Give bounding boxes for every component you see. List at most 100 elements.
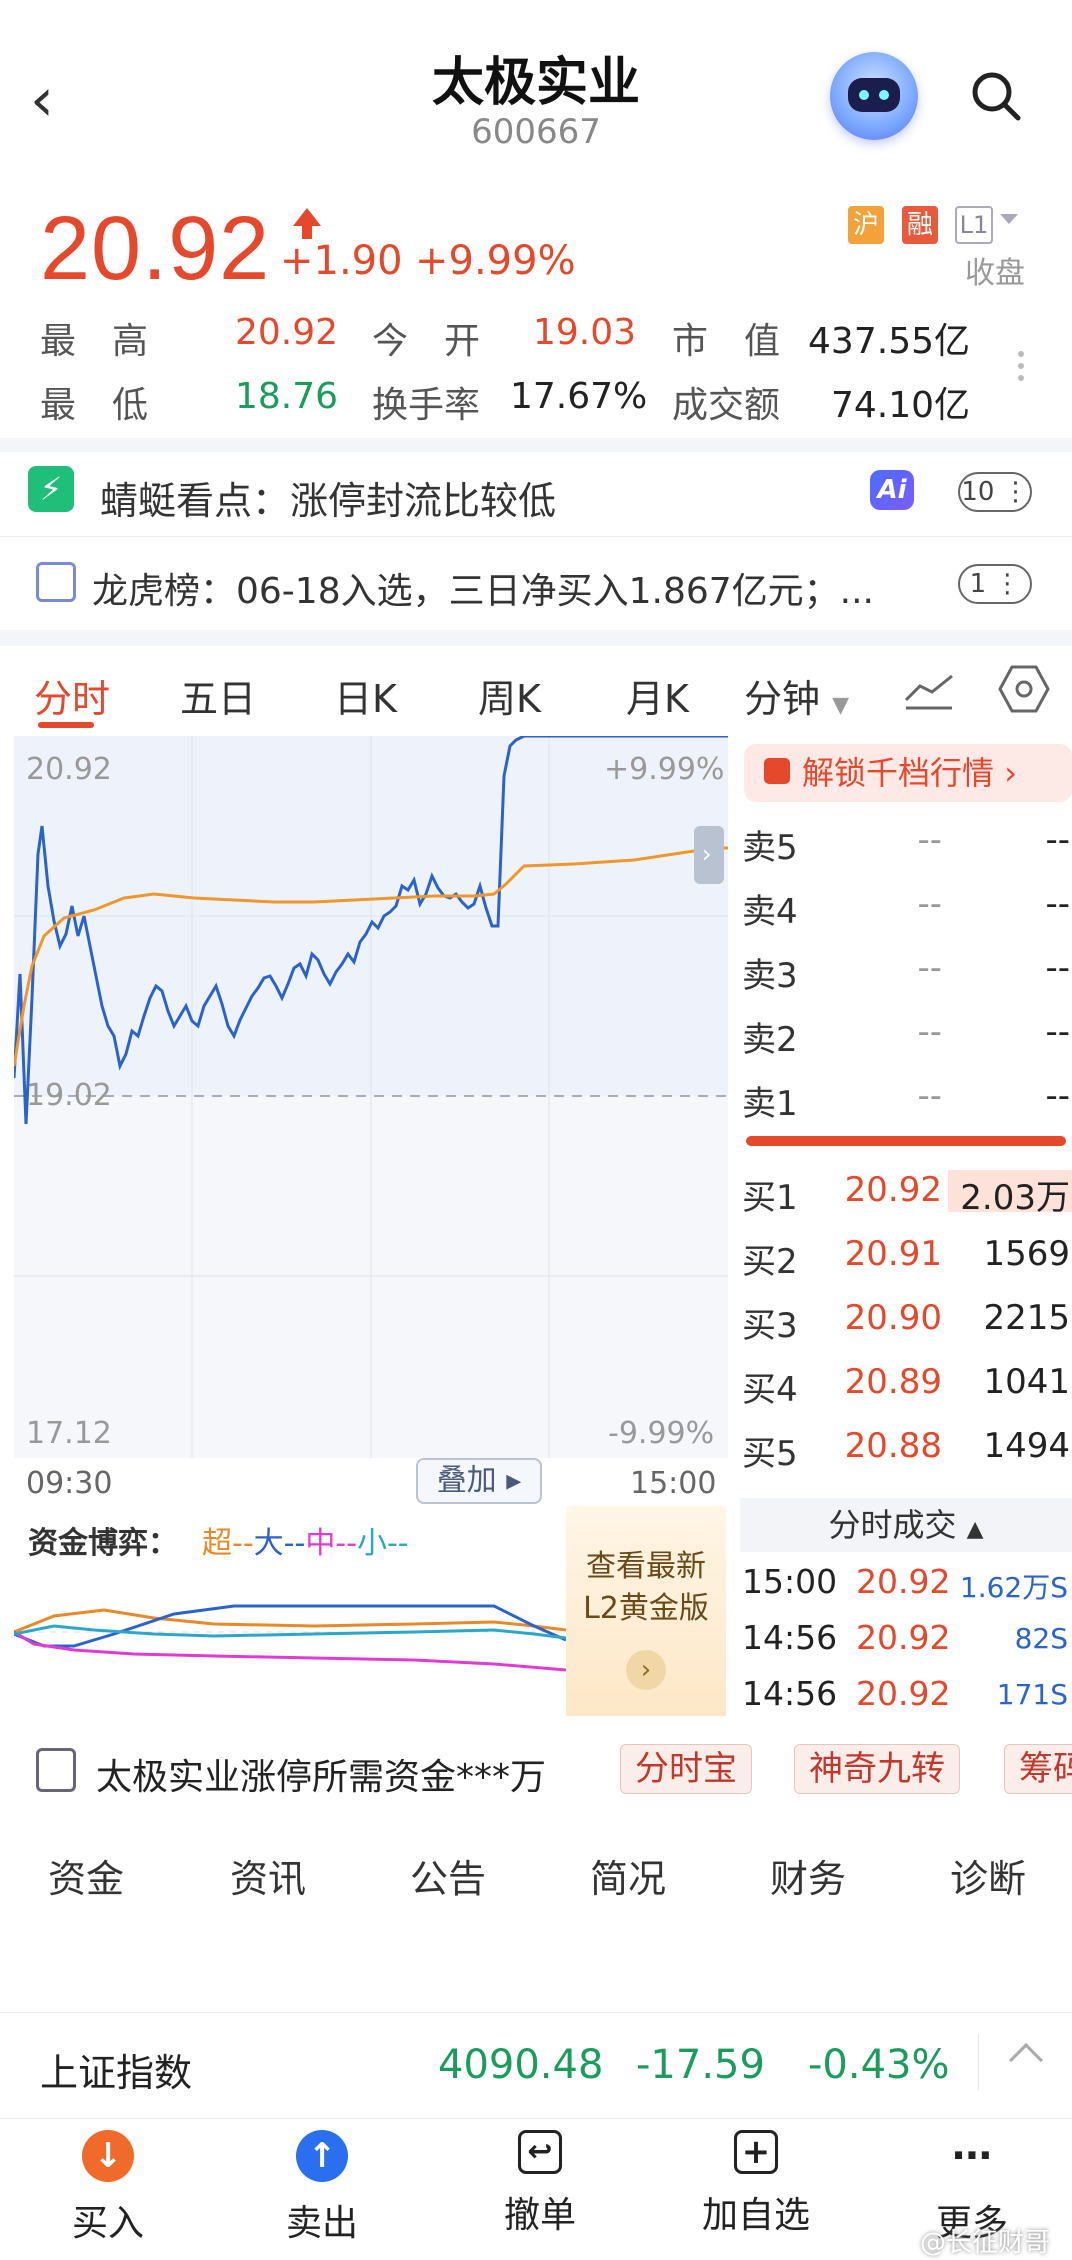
bid3-vol: 2215 xyxy=(983,1298,1070,1338)
chip-intraday-tool[interactable]: 分时宝 xyxy=(620,1744,752,1794)
chevron-down-icon[interactable] xyxy=(1000,214,1018,224)
tab-daily-k[interactable]: 日K xyxy=(334,668,397,723)
draw-line-icon[interactable] xyxy=(904,670,954,710)
unlock-depth-button[interactable]: 解锁千档行情 › xyxy=(744,744,1072,802)
amount-label: 成交额 xyxy=(672,385,781,426)
chart-bottom-price: 17.12 xyxy=(26,1416,112,1451)
level-tag[interactable]: L1 xyxy=(955,206,993,244)
ask1-label: 卖1 xyxy=(742,1084,798,1124)
high-value: 20.92 xyxy=(234,312,338,353)
chevron-right-icon[interactable]: › xyxy=(626,1650,666,1690)
tick-time: 15:00 xyxy=(742,1562,838,1601)
low-value: 18.76 xyxy=(234,376,338,417)
last-price: 20.92 xyxy=(40,199,271,299)
add-watchlist-label: 加自选 xyxy=(701,2195,810,2236)
cancel-order-button[interactable]: ↩ 撤单 xyxy=(470,2130,610,2238)
tick-price: 20.92 xyxy=(856,1618,951,1657)
tick-price: 20.92 xyxy=(856,1562,951,1601)
lhb-count-badge[interactable]: 1 ⋮ xyxy=(958,564,1032,604)
legend-mid: 中-- xyxy=(305,1526,357,1561)
ask2-label: 卖2 xyxy=(742,1020,798,1060)
tick-vol: 1.62万S xyxy=(959,1571,1068,1604)
chart-top-pct: +9.99% xyxy=(604,752,725,787)
index-name: 上证指数 xyxy=(40,2051,193,2095)
ask1-vol: -- xyxy=(1045,1076,1070,1116)
ask4-price: -- xyxy=(917,884,942,924)
legend-super: 超-- xyxy=(202,1526,254,1561)
l2-line2: L2黄金版 xyxy=(583,1591,709,1626)
settings-hex-icon[interactable] xyxy=(998,664,1050,714)
subtab-funds[interactable]: 资金 xyxy=(48,1848,124,1903)
limit-up-funds-text[interactable]: 太极实业涨停所需资金***万 xyxy=(96,1748,546,1800)
chevron-down-icon: ▼ xyxy=(832,693,850,718)
subtab-announcements[interactable]: 公告 xyxy=(410,1848,486,1903)
low-label: 最 低 xyxy=(40,385,149,426)
divider xyxy=(978,2034,979,2090)
buy-button[interactable]: ↓ 买入 xyxy=(38,2130,178,2246)
overlay-button[interactable]: 叠加 ▸ xyxy=(416,1458,542,1504)
ask3-price: -- xyxy=(917,948,942,988)
tick-trades-header[interactable]: 分时成交 ▲ xyxy=(740,1498,1072,1552)
ai-assistant-icon[interactable] xyxy=(830,52,918,140)
tab-five-day[interactable]: 五日 xyxy=(180,668,256,723)
add-watchlist-button[interactable]: + 加自选 xyxy=(686,2130,826,2238)
tick-price: 20.92 xyxy=(856,1674,951,1713)
mcap-value: 437.55亿 xyxy=(808,321,970,362)
market-status: 收盘 xyxy=(965,256,1025,291)
caret-up-icon: ▲ xyxy=(966,1517,984,1542)
insight-count-badge[interactable]: 10 ⋮ xyxy=(958,472,1032,512)
overlay-label: 叠加 xyxy=(436,1463,497,1498)
tab-minute[interactable]: 分钟 ▼ xyxy=(744,668,849,723)
chart-mid-price: 19.02 xyxy=(26,1078,112,1113)
price-change-pct: +9.99% xyxy=(415,238,576,284)
sell-button[interactable]: ↑ 卖出 xyxy=(252,2130,392,2246)
tick-vol: 82S xyxy=(1014,1622,1068,1655)
tab-monthly-k[interactable]: 月K xyxy=(626,668,689,723)
lhb-text[interactable]: 龙虎榜：06-18入选，三日净买入1.867亿元；... xyxy=(92,562,874,614)
turnover-label: 换手率 xyxy=(372,385,481,426)
cancel-order-icon: ↩ xyxy=(518,2130,562,2174)
ask5-vol: -- xyxy=(1045,820,1070,860)
subtab-profile[interactable]: 简况 xyxy=(590,1848,666,1903)
divider xyxy=(0,536,1072,537)
tab-weekly-k[interactable]: 周K xyxy=(478,668,541,723)
subtab-news[interactable]: 资讯 xyxy=(230,1848,306,1903)
ai-icon[interactable]: Ai xyxy=(870,470,914,510)
bid5-price: 20.88 xyxy=(844,1426,942,1466)
divider xyxy=(0,438,1072,452)
time-start: 09:30 xyxy=(26,1466,113,1501)
bid1-label: 买1 xyxy=(742,1178,798,1218)
lhb-count: 1 xyxy=(969,569,987,599)
tick-trades-title: 分时成交 xyxy=(828,1506,957,1544)
legend-big: 大-- xyxy=(253,1526,306,1561)
lock-icon xyxy=(764,758,790,784)
bid2-price: 20.91 xyxy=(844,1234,942,1274)
tab-minute-label: 分钟 xyxy=(744,677,821,721)
insight-text[interactable]: 蜻蜓看点：涨停封流比较低 xyxy=(100,470,556,525)
chip-nine-turn[interactable]: 神奇九转 xyxy=(794,1744,960,1794)
bid2-label: 买2 xyxy=(742,1242,798,1282)
search-icon[interactable] xyxy=(968,68,1024,124)
add-watchlist-icon: + xyxy=(734,2130,778,2174)
price-change: +1.90 xyxy=(280,238,403,284)
watermark: @长征财哥 xyxy=(920,2228,1051,2258)
ask4-vol: -- xyxy=(1045,884,1070,924)
subtab-financials[interactable]: 财务 xyxy=(770,1848,846,1903)
tick-time: 14:56 xyxy=(742,1674,838,1713)
bid3-price: 20.90 xyxy=(844,1298,942,1338)
ask5-price: -- xyxy=(917,820,942,860)
intraday-chart-svg: › xyxy=(12,734,728,1458)
subtab-diagnosis[interactable]: 诊断 xyxy=(950,1848,1026,1903)
bid4-vol: 1041 xyxy=(983,1362,1070,1402)
bid3-label: 买3 xyxy=(742,1306,798,1346)
bid2-vol: 1569 xyxy=(983,1234,1070,1274)
chevron-right-icon: › xyxy=(702,840,712,868)
index-change: -17.59 xyxy=(636,2042,765,2088)
arrow-up-icon xyxy=(293,208,321,226)
chart-trend-icon xyxy=(36,562,76,602)
chip-chips[interactable]: 筹码 xyxy=(1004,1744,1072,1794)
intraday-chart[interactable]: › xyxy=(12,734,728,1458)
buy-arrow-icon: ↓ xyxy=(82,2130,134,2182)
more-vertical-icon[interactable] xyxy=(1018,345,1026,387)
tab-intraday[interactable]: 分时 xyxy=(34,668,110,723)
